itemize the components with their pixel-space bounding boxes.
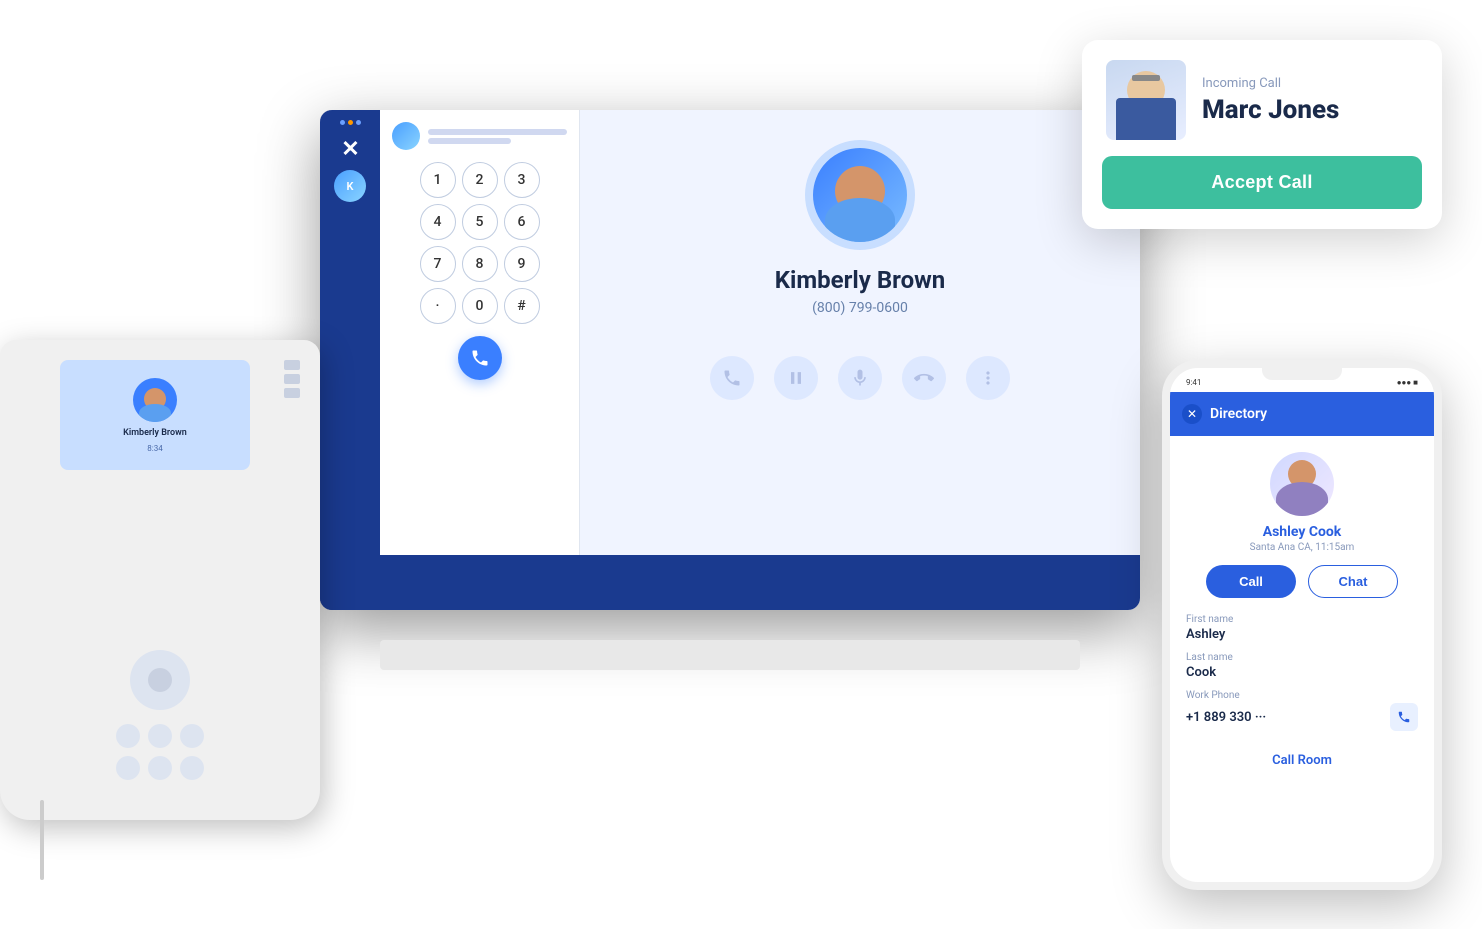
mobile-firstname-value: Ashley <box>1186 627 1418 642</box>
mute-action-icon[interactable] <box>838 356 882 400</box>
phone-btn-3 <box>284 388 300 398</box>
mobile-workphone-group: Work Phone +1 889 330 ··· <box>1186 690 1418 731</box>
monitor-bottom-bar <box>320 555 1140 610</box>
app-main: 1 2 3 4 5 6 7 8 9 · 0 # <box>380 110 1140 610</box>
dialpad-display <box>392 122 567 150</box>
phone-screen-time: 8:34 <box>147 444 162 453</box>
incoming-call-header: Incoming Call Marc Jones <box>1082 40 1442 156</box>
mobile-close-button[interactable]: ✕ <box>1182 404 1202 424</box>
mobile-workphone-value: +1 889 330 ··· <box>1186 710 1266 725</box>
dialpad-grid[interactable]: 1 2 3 4 5 6 7 8 9 · 0 # <box>420 162 540 324</box>
mobile-lastname-label: Last name <box>1186 652 1418 663</box>
mobile-contact-name: Ashley Cook <box>1263 524 1342 540</box>
contact-panel: Kimberly Brown (800) 799-0600 <box>580 110 1140 610</box>
accept-call-button[interactable]: Accept Call <box>1102 156 1422 209</box>
dialpad-panel: 1 2 3 4 5 6 7 8 9 · 0 # <box>380 110 580 610</box>
mobile-content: Ashley Cook Santa Ana CA, 11:15am Call C… <box>1170 436 1434 784</box>
call-button[interactable] <box>458 336 502 380</box>
desktop-monitor: ✕ K 1 2 3 <box>320 110 1140 640</box>
dial-btn-9[interactable]: 9 <box>504 246 540 282</box>
contact-name: Kimberly Brown <box>775 266 945 294</box>
dot-1 <box>340 120 345 125</box>
dial-btn-2[interactable]: 2 <box>462 162 498 198</box>
monitor-screen: ✕ K 1 2 3 <box>320 110 1140 610</box>
mobile-contact-avatar <box>1270 452 1334 516</box>
phone-dial-6 <box>180 756 204 780</box>
display-line-1 <box>428 129 567 135</box>
display-lines <box>428 129 567 144</box>
incoming-call-label: Incoming Call <box>1202 76 1418 91</box>
mobile-signal: ●●● ■ <box>1397 378 1418 387</box>
phone-dial-3 <box>180 724 204 748</box>
incoming-call-card: Incoming Call Marc Jones Accept Call <box>1082 40 1442 229</box>
dot-2 <box>348 120 353 125</box>
call-action-icon[interactable] <box>710 356 754 400</box>
phone-dial-2 <box>148 724 172 748</box>
dial-btn-dot[interactable]: · <box>420 288 456 324</box>
dial-btn-hash[interactable]: # <box>504 288 540 324</box>
mobile-contact-location: Santa Ana CA, 11:15am <box>1250 542 1355 553</box>
phone-screen-avatar <box>133 378 177 422</box>
mobile-action-row: Call Chat <box>1206 565 1398 598</box>
phone-screen-name: Kimberly Brown <box>123 428 187 438</box>
phone-dial-4 <box>116 756 140 780</box>
caller-photo <box>1106 60 1186 140</box>
mobile-call-button[interactable]: Call <box>1206 565 1296 598</box>
phone-buttons-area <box>284 360 300 398</box>
dial-btn-0[interactable]: 0 <box>462 288 498 324</box>
dial-btn-1[interactable]: 1 <box>420 162 456 198</box>
display-line-2 <box>428 138 511 144</box>
phone-body: Kimberly Brown 8:34 <box>0 340 320 820</box>
mobile-chat-button[interactable]: Chat <box>1308 565 1398 598</box>
end-action-icon[interactable] <box>902 356 946 400</box>
dot-3 <box>356 120 361 125</box>
mobile-frame: 9:41 ●●● ■ ✕ Directory Ashley Cook Santa… <box>1162 360 1442 890</box>
app-dots <box>340 120 361 125</box>
mobile-phone-call-icon[interactable] <box>1390 703 1418 731</box>
mobile-call-room-button[interactable]: Call Room <box>1272 753 1332 768</box>
mobile-firstname-group: First name Ashley <box>1186 614 1418 642</box>
dialpad-avatar <box>392 122 420 150</box>
contact-phone: (800) 799-0600 <box>812 300 908 316</box>
phone-nav-ring[interactable] <box>130 650 190 710</box>
phone-dial-area <box>116 724 204 780</box>
phone-btn-1 <box>284 360 300 370</box>
mobile-firstname-label: First name <box>1186 614 1418 625</box>
monitor-keyboard <box>380 640 1080 670</box>
monitor-frame: ✕ K 1 2 3 <box>320 110 1140 610</box>
dial-btn-8[interactable]: 8 <box>462 246 498 282</box>
dial-btn-3[interactable]: 3 <box>504 162 540 198</box>
desk-phone: Kimberly Brown 8:34 <box>0 340 360 870</box>
dial-btn-6[interactable]: 6 <box>504 204 540 240</box>
phone-btn-2 <box>284 374 300 384</box>
action-icons <box>710 356 1010 400</box>
phone-dial-5 <box>148 756 172 780</box>
mobile-phone: 9:41 ●●● ■ ✕ Directory Ashley Cook Santa… <box>1162 360 1462 900</box>
caller-name: Marc Jones <box>1202 95 1418 125</box>
hold-action-icon[interactable] <box>774 356 818 400</box>
mobile-workphone-label: Work Phone <box>1186 690 1418 701</box>
dial-btn-7[interactable]: 7 <box>420 246 456 282</box>
dial-btn-4[interactable]: 4 <box>420 204 456 240</box>
mobile-phone-row: +1 889 330 ··· <box>1186 703 1418 731</box>
contact-avatar <box>805 140 915 250</box>
phone-nav-center <box>148 668 172 692</box>
dial-btn-5[interactable]: 5 <box>462 204 498 240</box>
mobile-lastname-value: Cook <box>1186 665 1418 680</box>
mobile-notch <box>1262 368 1342 380</box>
app-logo: ✕ <box>341 137 358 162</box>
more-action-icon[interactable] <box>966 356 1010 400</box>
phone-cord <box>40 800 44 880</box>
mobile-lastname-group: Last name Cook <box>1186 652 1418 680</box>
phone-screen-area: Kimberly Brown 8:34 <box>60 360 250 470</box>
mobile-time: 9:41 <box>1186 378 1201 387</box>
sidebar-user-avatar[interactable]: K <box>334 170 366 202</box>
mobile-header: ✕ Directory <box>1170 392 1434 436</box>
phone-dial-1 <box>116 724 140 748</box>
mobile-header-title: Directory <box>1210 406 1267 422</box>
incoming-call-info: Incoming Call Marc Jones <box>1202 76 1418 125</box>
